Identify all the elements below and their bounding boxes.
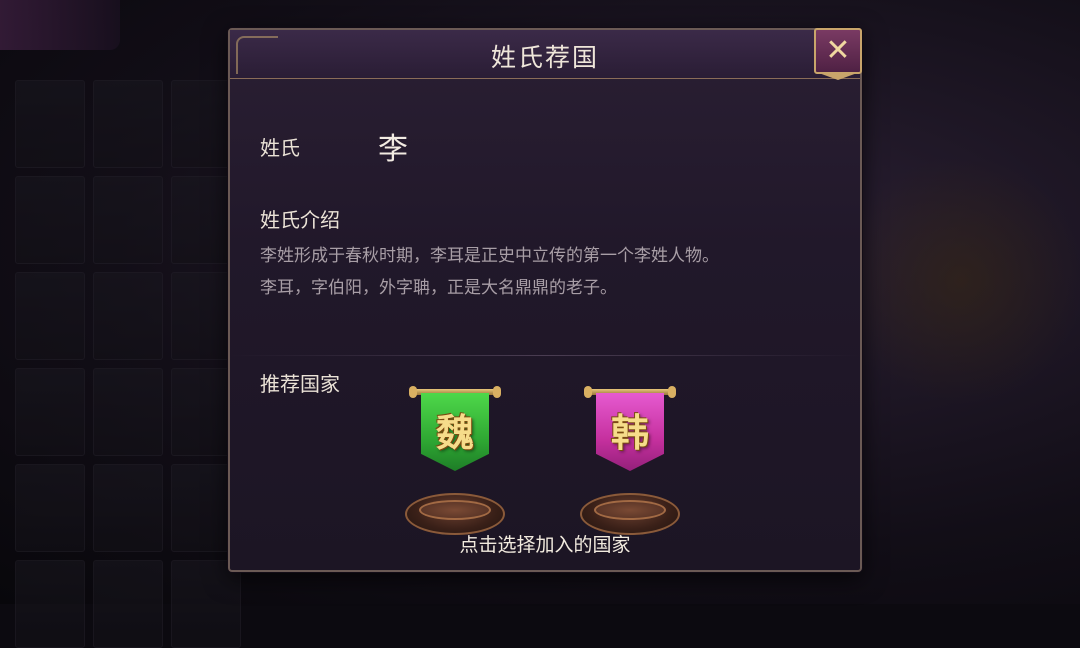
pedestal-icon	[405, 493, 505, 535]
intro-line-2: 李耳，字伯阳，外字聃，正是大名鼎鼎的老子。	[260, 278, 617, 298]
nation-char-wei: 魏	[435, 409, 474, 455]
dialog-titlebar: 姓氏荐国	[230, 30, 860, 79]
pedestal-icon	[580, 493, 680, 535]
surname-recommend-dialog: 姓氏荐国 ✕ 姓氏 李 姓氏介绍 李姓形成于春秋时期，李耳是正史中立传的第一个李…	[228, 28, 862, 572]
section-divider	[230, 355, 860, 356]
select-nation-hint: 点击选择加入的国家	[459, 534, 631, 556]
surname-value: 李	[378, 132, 408, 167]
nation-option-wei[interactable]: 魏	[405, 385, 505, 535]
intro-line-1: 李姓形成于春秋时期，李耳是正史中立传的第一个李姓人物。	[260, 246, 719, 266]
close-icon: ✕	[825, 33, 851, 68]
han-banner-flag: 韩	[596, 393, 664, 471]
nation-char-han: 韩	[610, 409, 649, 455]
background-glow	[840, 150, 1080, 410]
wei-banner-flag: 魏	[421, 393, 489, 471]
surname-intro-text: 李姓形成于春秋时期，李耳是正史中立传的第一个李姓人物。 李耳，字伯阳，外字聃，正…	[260, 240, 840, 304]
dialog-title: 姓氏荐国	[490, 43, 599, 72]
recommend-nation-label: 推荐国家	[260, 372, 340, 396]
surname-intro-label: 姓氏介绍	[260, 208, 340, 232]
background-grid	[15, 80, 241, 648]
surname-label: 姓氏	[260, 136, 300, 160]
close-button[interactable]: ✕	[814, 28, 862, 74]
background-top-left-panel	[0, 0, 120, 50]
nation-option-han[interactable]: 韩	[580, 385, 680, 535]
